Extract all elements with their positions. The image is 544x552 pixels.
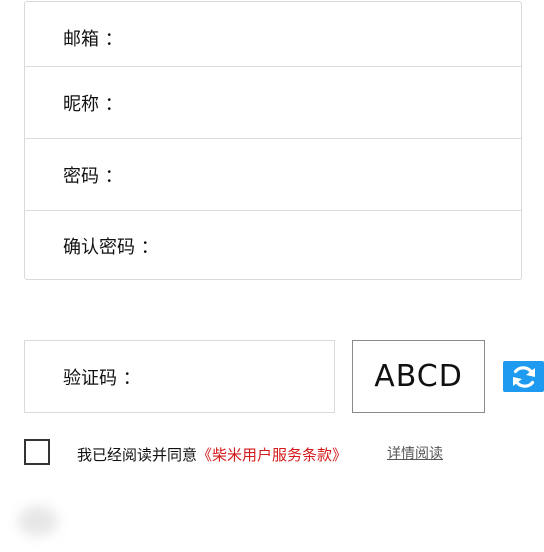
terms-link[interactable]: 《柴米用户服务条款》 — [197, 446, 347, 464]
agreement-prefix: 我已经阅读并同意 — [77, 446, 198, 464]
nickname-label: 昵称 ： — [63, 93, 123, 115]
registration-form: 邮箱 ： 昵称 ： 密码 ： 确认密码 ： — [24, 1, 522, 280]
nickname-field[interactable] — [122, 81, 509, 124]
confirm-password-field[interactable] — [158, 224, 509, 267]
captcha-image[interactable]: ABCD — [352, 340, 485, 413]
agreement-row: 我已经阅读并同意《柴米用户服务条款》 详情阅读 — [24, 438, 544, 468]
detail-read-link[interactable]: 详情阅读 — [387, 443, 443, 463]
email-label: 邮箱 ： — [63, 29, 123, 50]
password-label: 密码 ： — [63, 165, 123, 187]
captcha-label: 验证码 ： — [63, 367, 141, 389]
refresh-icon — [512, 365, 535, 388]
password-row: 密码 ： — [25, 138, 521, 210]
blurred-element — [18, 506, 58, 536]
agreement-text: 我已经阅读并同意《柴米用户服务条款》 — [77, 444, 347, 465]
agree-checkbox[interactable] — [24, 439, 50, 465]
email-field[interactable] — [122, 17, 509, 59]
refresh-captcha-button[interactable] — [503, 361, 544, 392]
confirm-password-label: 确认密码 ： — [63, 236, 159, 258]
nickname-row: 昵称 ： — [25, 66, 521, 138]
captcha-row: 验证码 ： — [24, 340, 345, 413]
password-field[interactable] — [122, 153, 509, 196]
confirm-password-row: 确认密码 ： — [25, 210, 521, 280]
captcha-input[interactable] — [140, 355, 345, 398]
email-row: 邮箱 ： — [25, 2, 521, 74]
